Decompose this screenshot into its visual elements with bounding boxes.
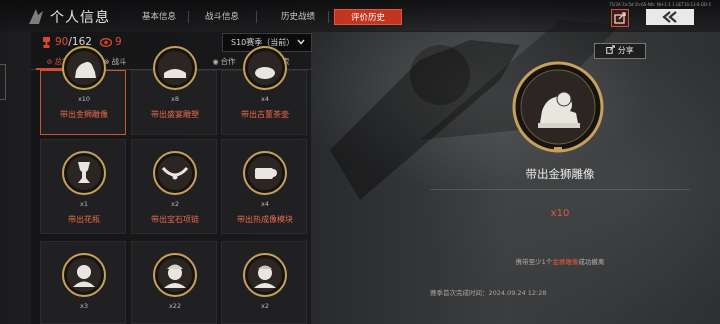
- filter-coop[interactable]: ◉ 合作: [202, 54, 246, 70]
- achievement-description: 携带至少1个金狮雕像成功撤离: [430, 256, 690, 266]
- achievement-count: x10: [550, 208, 570, 219]
- tab-match-history[interactable]: 历史战绩: [270, 9, 326, 25]
- desc-prefix: 携带至少1个: [515, 258, 553, 266]
- share-button[interactable]: 分享: [594, 43, 646, 59]
- achievement-card-count: x8: [171, 95, 179, 103]
- nav-divider: [188, 11, 189, 23]
- achievement-card[interactable]: x2: [221, 241, 307, 324]
- tab-rating-history[interactable]: 评价历史: [334, 9, 402, 25]
- first-complete-time: 赛季首次完成时间：2024.09.24 12:28: [430, 287, 547, 297]
- handshake-icon: ◉: [212, 58, 219, 66]
- achievement-card-count: x22: [168, 302, 182, 310]
- grid-icon: ⊘: [46, 58, 53, 66]
- desc-item: 金狮雕像: [552, 258, 579, 266]
- first-complete-label: 赛季首次完成时间：: [430, 289, 489, 297]
- achievement-card-name: 带出宝石项链: [151, 215, 199, 224]
- first-complete-date: 2024.09.24 12:28: [488, 289, 547, 297]
- achievement-card[interactable]: x10 带出金狮雕像: [40, 46, 126, 135]
- side-drawer-handle[interactable]: [0, 64, 6, 100]
- achievement-card-count: x1: [80, 200, 88, 208]
- operator-beanie-icon: [243, 253, 287, 297]
- vase-icon: [62, 151, 106, 195]
- back-button[interactable]: [646, 9, 694, 25]
- detail-divider: [430, 189, 690, 190]
- export-button[interactable]: [611, 9, 629, 27]
- export-icon: [614, 12, 626, 24]
- achievement-card-name: 带出盛宴雕塑: [151, 110, 199, 119]
- achievement-card-count: x4: [261, 95, 269, 103]
- tab-basic-info[interactable]: 基本信息: [134, 9, 184, 25]
- top-nav-bar: 个人信息 基本信息 战斗信息 历史战绩 评价历史 75/3A:7a:5d:1h:…: [0, 0, 720, 32]
- nav-divider: [328, 11, 329, 23]
- achievement-card[interactable]: x8 带出盛宴雕塑: [131, 46, 217, 135]
- desc-suffix: 成功撤离: [578, 258, 605, 266]
- achievement-card-name: 带出热成像模块: [237, 215, 293, 224]
- feast-sculpture-icon: [153, 46, 197, 90]
- gem-necklace-icon: [153, 151, 197, 195]
- achievement-card-count: x2: [171, 200, 179, 208]
- trophy-icon: [43, 37, 50, 48]
- filter-label: 战斗: [111, 57, 127, 66]
- lion-statue-icon: [62, 46, 106, 90]
- share-icon: [606, 45, 616, 54]
- double-chevron-left-icon: [662, 11, 677, 23]
- achievement-card-count: x4: [261, 200, 269, 208]
- nav-divider: [256, 11, 257, 23]
- achievement-card[interactable]: x2 带出宝石项链: [131, 139, 217, 234]
- achievement-card-count: x3: [80, 302, 88, 310]
- achievement-card[interactable]: x4 带出古董茶壶: [221, 46, 307, 135]
- achievement-card[interactable]: x4 带出热成像模块: [221, 139, 307, 234]
- achievement-card[interactable]: x22: [131, 241, 217, 324]
- chevron-down-icon: [297, 39, 305, 45]
- achievement-card-count: x10: [77, 95, 91, 103]
- thermal-module-icon: [243, 151, 287, 195]
- achievement-card[interactable]: x3: [40, 241, 126, 324]
- operator-helmet-icon: [153, 253, 197, 297]
- achievement-card-name: 带出古董茶壶: [241, 110, 289, 119]
- eye-count: 9: [115, 36, 122, 48]
- game-logo-icon: [29, 9, 43, 24]
- tab-battle-info[interactable]: 战斗信息: [192, 9, 252, 25]
- lion-statue-badge: [512, 61, 604, 153]
- share-label: 分享: [617, 46, 634, 55]
- achievement-card-name: 带出金狮雕像: [60, 110, 108, 119]
- achievement-card-count: x2: [261, 302, 269, 310]
- achievement-card-name: 带出花瓶: [68, 215, 100, 224]
- achievement-card[interactable]: x1 带出花瓶: [40, 139, 126, 234]
- antique-teapot-icon: [243, 46, 287, 90]
- page-title: 个人信息: [50, 10, 110, 26]
- achievement-title: 带出金狮雕像: [525, 167, 595, 181]
- operator-mask-icon: [62, 253, 106, 297]
- system-info-text: 75/3A:7a:5d:1h:6S-Nfs: NH-1-1 1 GET1S-13…: [609, 2, 711, 7]
- filter-label: 合作: [220, 57, 236, 66]
